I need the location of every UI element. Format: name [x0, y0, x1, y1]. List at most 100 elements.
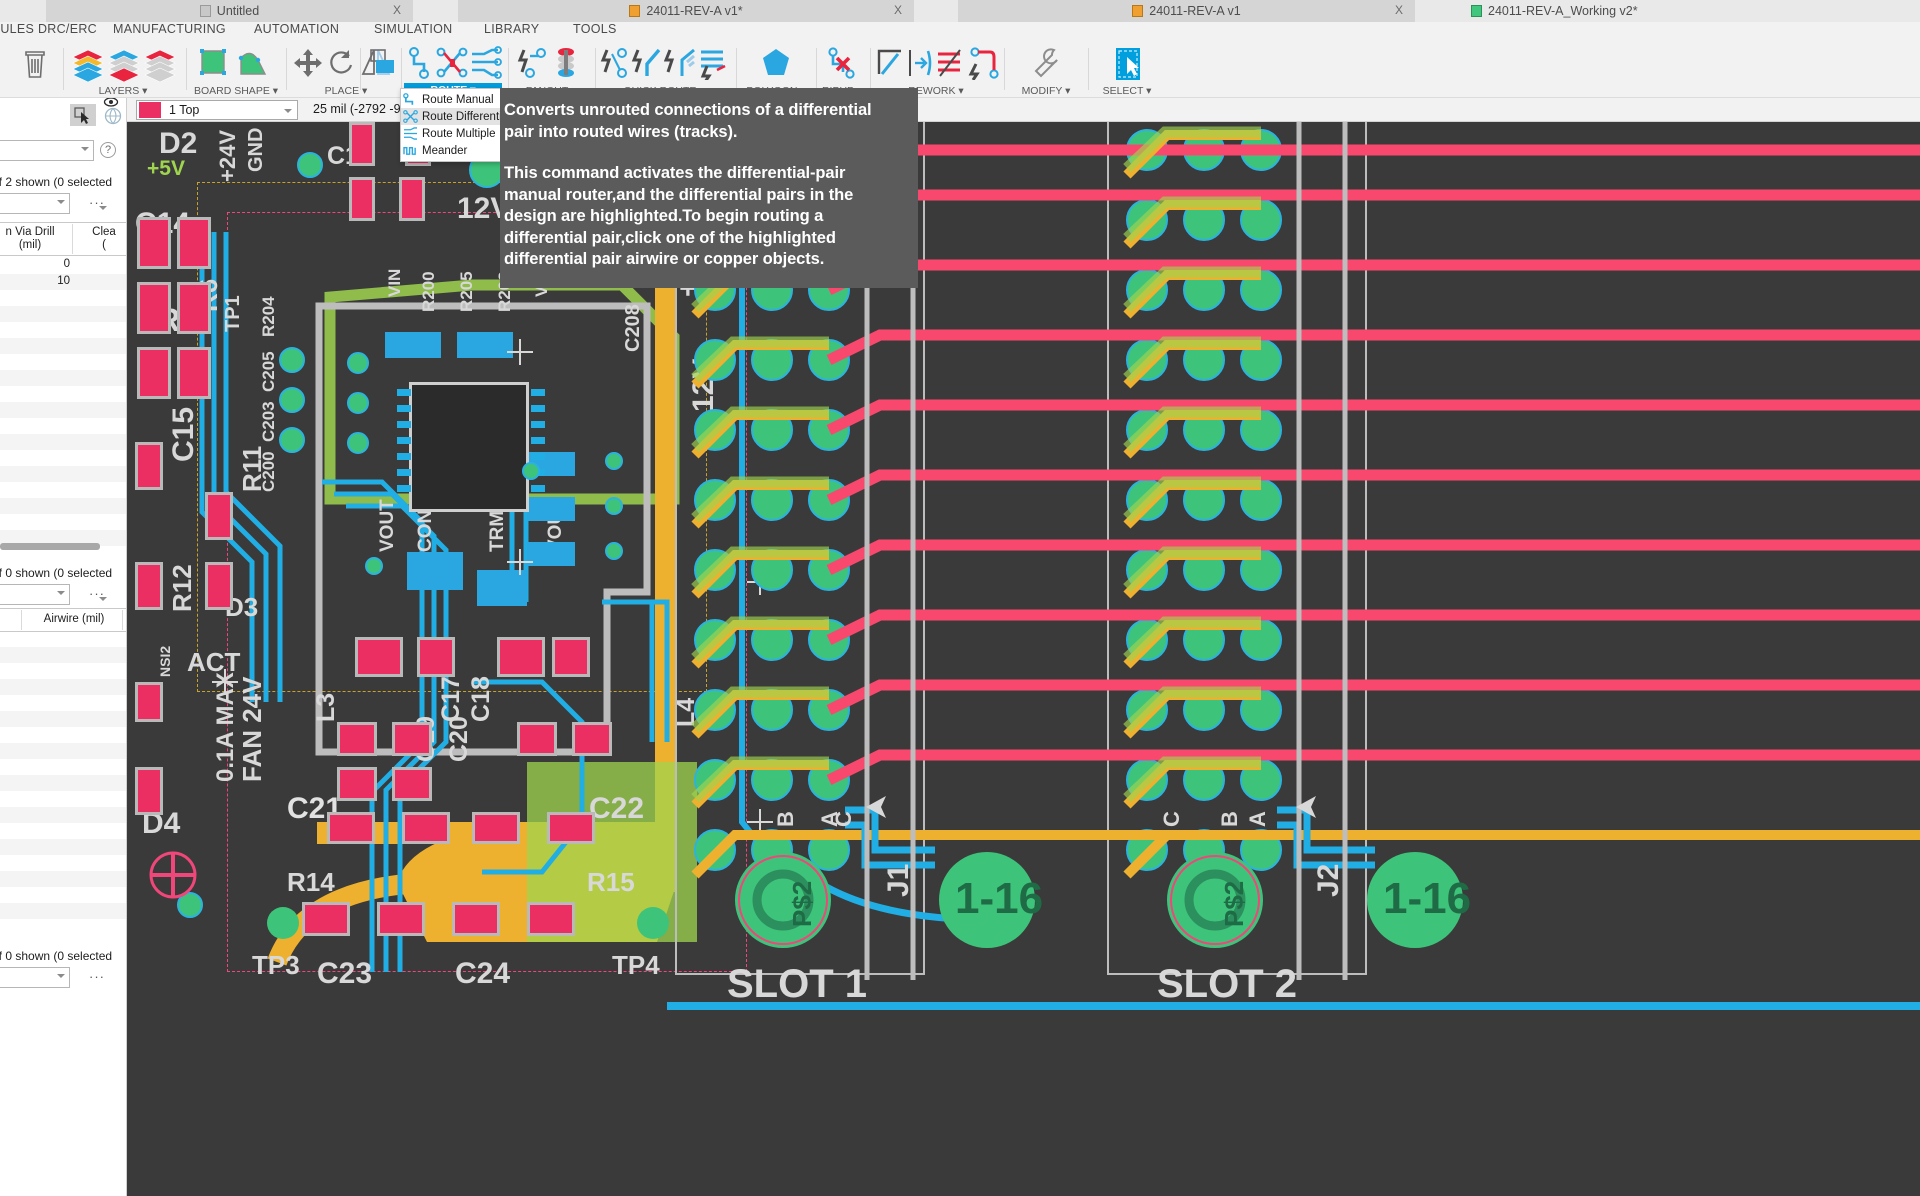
- smd-pad[interactable]: [137, 217, 171, 269]
- table-row[interactable]: [0, 434, 127, 450]
- rework-push-icon[interactable]: [907, 46, 933, 80]
- doc-tab-label: 24011-REV-A_Working v2*: [1488, 4, 1638, 18]
- table-row[interactable]: [0, 466, 127, 482]
- tooltip-paragraph-1: Converts unrouted connections of a diffe…: [504, 100, 902, 143]
- help-button[interactable]: ?: [100, 142, 116, 158]
- table-row[interactable]: [0, 807, 127, 823]
- board-outline-curve-icon[interactable]: [236, 46, 270, 80]
- table-row[interactable]: [0, 679, 127, 695]
- ribbon-tab-simulation[interactable]: SIMULATION: [374, 22, 452, 42]
- layer-select-label: 1 Top: [169, 103, 199, 117]
- table-row[interactable]: [0, 903, 127, 919]
- rework-corner-icon[interactable]: [874, 46, 906, 80]
- ribbon-tab-rules[interactable]: RULES DRC/ERC: [0, 22, 97, 42]
- autoroute-icon[interactable]: [598, 46, 630, 80]
- rework-optimize-icon[interactable]: [968, 46, 1000, 80]
- smd-pad[interactable]: [135, 682, 163, 722]
- doc-tab-24011-rev-a-v1[interactable]: 24011-REV-A v1 X: [958, 0, 1415, 22]
- table-row[interactable]: [0, 402, 127, 418]
- smd-pad[interactable]: [349, 122, 375, 166]
- chevron-down-icon[interactable]: [99, 206, 107, 210]
- layer-select-dropdown[interactable]: 1 Top: [136, 100, 298, 120]
- menu-item-meander[interactable]: Meander: [401, 142, 501, 159]
- table-row[interactable]: [0, 647, 127, 663]
- globe-icon[interactable]: [104, 107, 122, 125]
- bottom-shown-count: of 0 shown (0 selected: [0, 566, 112, 580]
- via-pad[interactable]: [297, 152, 323, 178]
- footer-more-button[interactable]: ···: [89, 969, 105, 984]
- board-shape-group-label[interactable]: BOARD SHAPE ▾: [192, 85, 280, 97]
- close-icon[interactable]: X: [393, 3, 401, 17]
- ribbon-tab-tools[interactable]: TOOLS: [573, 22, 617, 42]
- close-icon[interactable]: X: [894, 3, 902, 17]
- copy-layer-icon[interactable]: [366, 46, 398, 80]
- layers-stack-icon[interactable]: [70, 46, 106, 82]
- doc-tab-untitled[interactable]: Untitled X: [46, 0, 413, 22]
- doc-tab-24011-rev-a-v1-star[interactable]: 24011-REV-A v1* X: [458, 0, 914, 22]
- table-row[interactable]: [0, 871, 127, 887]
- via-stack-icon[interactable]: [550, 46, 582, 80]
- menu-item-route-differential[interactable]: Route Differential: [401, 108, 501, 125]
- place-extra-group[interactable]: [362, 42, 400, 98]
- table-row[interactable]: [0, 306, 127, 322]
- ribbon-tab-manufacturing[interactable]: MANUFACTURING: [113, 22, 226, 42]
- table-row[interactable]: [0, 743, 127, 759]
- smd-pad[interactable]: [135, 767, 163, 815]
- eye-icon[interactable]: [103, 98, 119, 108]
- layers-top-icon[interactable]: [106, 46, 142, 82]
- wrench-icon[interactable]: [1030, 46, 1062, 80]
- rework-miter-icon[interactable]: [934, 46, 968, 80]
- table-row[interactable]: [0, 338, 127, 354]
- select-group-label[interactable]: SELECT ▾: [1092, 85, 1162, 97]
- top-view-combo[interactable]: [0, 193, 70, 214]
- route-differential-icon[interactable]: [436, 46, 468, 80]
- route-manual-icon[interactable]: [406, 46, 436, 80]
- pcb-canvas[interactable]: D2 C11 GND +24V TP1 +5V C14 12V R6 R8 C1…: [127, 122, 1920, 1196]
- bottom-view-combo[interactable]: [0, 584, 70, 605]
- move-icon[interactable]: [292, 46, 324, 80]
- ripup-icon[interactable]: [826, 46, 858, 80]
- select-group[interactable]: SELECT ▾: [1092, 42, 1162, 98]
- footer-combo[interactable]: [0, 967, 70, 988]
- autoroute-all-icon[interactable]: [697, 46, 729, 80]
- route-multiple-icon[interactable]: [470, 46, 502, 80]
- select-box-icon[interactable]: [1110, 46, 1146, 82]
- layers-bottom-icon[interactable]: [142, 46, 178, 82]
- smd-pad[interactable]: [135, 442, 163, 490]
- chevron-down-icon[interactable]: [284, 109, 292, 113]
- table-row[interactable]: [0, 370, 127, 386]
- table-row[interactable]: [0, 711, 127, 727]
- layers-group-label[interactable]: LAYERS ▾: [68, 85, 178, 97]
- smd-pad[interactable]: [135, 562, 163, 610]
- layers-group[interactable]: LAYERS ▾: [68, 42, 178, 98]
- ribbon-tab-automation[interactable]: AUTOMATION: [254, 22, 339, 42]
- doc-tab-24011-rev-a-working-v2[interactable]: 24011-REV-A_Working v2*: [1471, 0, 1920, 22]
- table-row[interactable]: [0, 498, 127, 514]
- polygon-icon[interactable]: [758, 46, 794, 82]
- modify-group[interactable]: MODIFY ▾: [1008, 42, 1084, 98]
- chevron-down-icon[interactable]: [99, 597, 107, 601]
- trash-icon[interactable]: [22, 46, 48, 80]
- ribbon-tab-library[interactable]: LIBRARY: [484, 22, 539, 42]
- menu-item-route-manual[interactable]: Route Manual: [401, 91, 501, 108]
- smd-pad[interactable]: [137, 347, 171, 399]
- layer-color-swatch: [139, 102, 161, 118]
- horizontal-scrollbar[interactable]: [0, 543, 100, 550]
- table-row[interactable]: [0, 839, 127, 855]
- board-shape-icon[interactable]: [196, 46, 230, 80]
- rotate-icon[interactable]: [326, 46, 358, 80]
- autoroute-signal-icon[interactable]: [631, 46, 663, 80]
- close-icon[interactable]: X: [1395, 3, 1403, 17]
- col-header-clearance: Clea (: [78, 226, 127, 252]
- board-shape-group[interactable]: BOARD SHAPE ▾: [192, 42, 280, 98]
- smd-pad[interactable]: [137, 282, 171, 334]
- modify-group-label[interactable]: MODIFY ▾: [1008, 85, 1084, 97]
- autoroute-multi-icon[interactable]: [664, 46, 696, 80]
- fanout-icon[interactable]: [516, 46, 548, 80]
- route-dropdown-menu[interactable]: Route Manual Route Differential Route Mu…: [400, 88, 502, 162]
- filter-combo[interactable]: [0, 140, 94, 161]
- connector-letter-a: A: [817, 811, 843, 827]
- table-row[interactable]: [0, 775, 127, 791]
- tab-gap-3: [1415, 0, 1471, 22]
- menu-item-route-multiple[interactable]: Route Multiple: [401, 125, 501, 142]
